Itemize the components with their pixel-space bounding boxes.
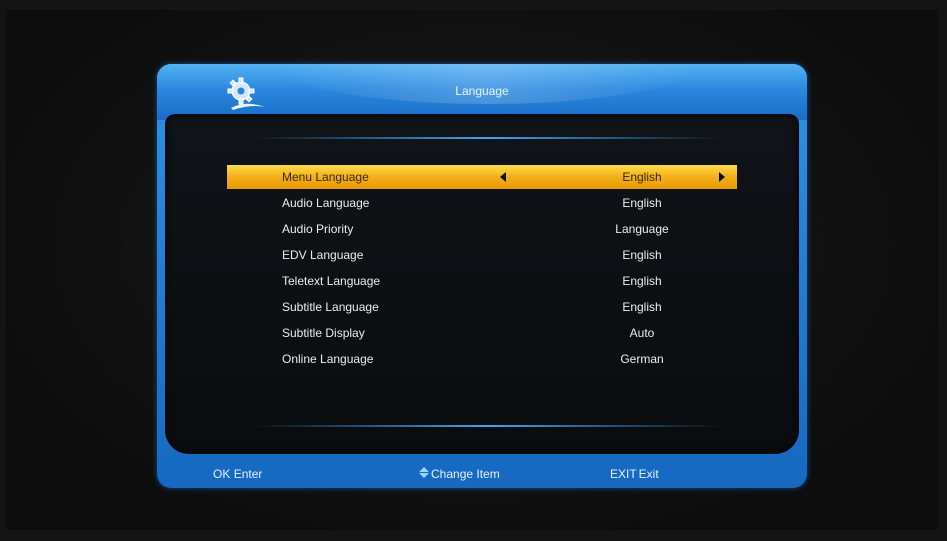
menu-row-value: Language: [615, 222, 669, 236]
exit-hint: EXIT Exit: [610, 467, 659, 481]
menu-row-value: English: [622, 274, 662, 288]
menu-row-menu-language[interactable]: Menu Language English: [227, 165, 737, 189]
language-dialog: Language Menu Language English Audio Lan…: [157, 64, 807, 488]
dialog-title: Language: [455, 84, 509, 98]
exit-key: EXIT: [610, 467, 637, 481]
ok-key: OK: [213, 467, 231, 481]
ok-label: Enter: [233, 467, 263, 481]
change-item-label: Change Item: [431, 467, 500, 481]
menu-row-value: English: [622, 170, 662, 184]
ok-hint: OK Enter: [213, 467, 262, 481]
menu-row-label: Audio Language: [282, 196, 370, 210]
menu-row-label: Menu Language: [282, 170, 369, 184]
menu-row-value: German: [620, 352, 664, 366]
menu-area: Menu Language English Audio Language Eng…: [165, 114, 799, 454]
up-down-arrows-icon: [419, 467, 429, 479]
menu-row-value: English: [622, 300, 662, 314]
divider-bottom: [253, 425, 723, 427]
menu-row-subtitle-language[interactable]: Subtitle Language English: [227, 295, 737, 319]
menu-row-value: English: [622, 248, 662, 262]
menu-row-edv-language[interactable]: EDV Language English: [227, 243, 737, 267]
triangle-right-icon[interactable]: [719, 172, 725, 182]
menu-row-label: Subtitle Language: [282, 300, 379, 314]
menu-row-teletext-language[interactable]: Teletext Language English: [227, 269, 737, 293]
divider-top: [253, 137, 723, 139]
menu-row-subtitle-display[interactable]: Subtitle Display Auto: [227, 321, 737, 345]
menu-row-label: EDV Language: [282, 248, 364, 262]
triangle-left-icon[interactable]: [500, 172, 506, 182]
change-item-hint: Change Item: [419, 467, 500, 481]
menu-row-label: Audio Priority: [282, 222, 354, 236]
help-bar: OK Enter Change Item EXIT Exit: [157, 462, 807, 486]
menu-row-label: Online Language: [282, 352, 374, 366]
dialog-header: Language: [157, 64, 807, 120]
menu-row-online-language[interactable]: Online Language German: [227, 347, 737, 371]
menu-row-value: Auto: [629, 326, 655, 340]
menu-row-label: Subtitle Display: [282, 326, 365, 340]
menu-row-audio-language[interactable]: Audio Language English: [227, 191, 737, 215]
menu-row-audio-priority[interactable]: Audio Priority Language: [227, 217, 737, 241]
menu-row-value: English: [622, 196, 662, 210]
menu-row-label: Teletext Language: [282, 274, 381, 288]
exit-label: Exit: [638, 467, 659, 481]
